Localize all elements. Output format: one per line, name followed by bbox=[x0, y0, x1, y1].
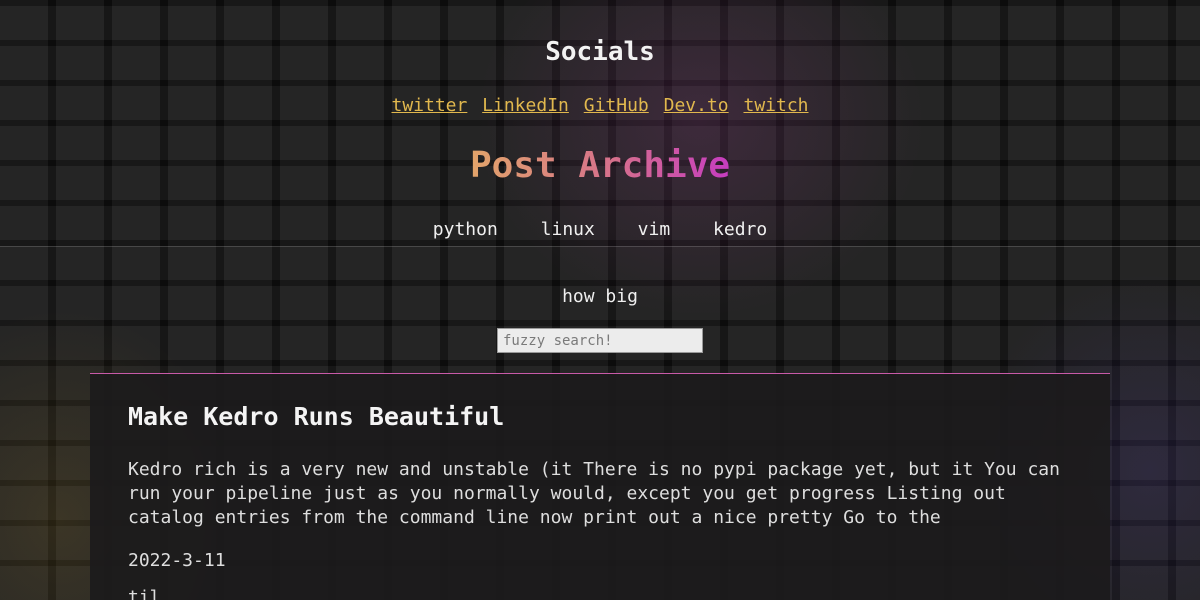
post-date: 2022-3-11 bbox=[128, 550, 226, 571]
archive-title-text: Post Archive bbox=[469, 145, 731, 186]
tag-linux[interactable]: linux bbox=[541, 219, 595, 240]
twitter-link[interactable]: twitter bbox=[391, 95, 467, 116]
tag-python[interactable]: python bbox=[433, 219, 498, 240]
post-card[interactable]: Make Kedro Runs Beautiful Kedro rich is … bbox=[90, 373, 1110, 600]
tag-kedro[interactable]: kedro bbox=[713, 219, 767, 240]
post-next-partial: til bbox=[128, 587, 161, 600]
tag-nav: python linux vim kedro bbox=[0, 217, 1200, 243]
social-links: twitter LinkedIn GitHub Dev.to twitch bbox=[0, 93, 1200, 119]
post-title[interactable]: Make Kedro Runs Beautiful bbox=[128, 400, 504, 434]
size-toggle[interactable]: how big bbox=[0, 284, 1200, 310]
tag-vim[interactable]: vim bbox=[638, 219, 671, 240]
archive-title: Post Archive bbox=[0, 142, 1200, 190]
nav-divider bbox=[0, 246, 1200, 247]
twitch-link[interactable]: twitch bbox=[743, 95, 808, 116]
devto-link[interactable]: Dev.to bbox=[664, 95, 729, 116]
linkedin-link[interactable]: LinkedIn bbox=[482, 95, 569, 116]
github-link[interactable]: GitHub bbox=[584, 95, 649, 116]
socials-title: Socials bbox=[545, 37, 655, 67]
post-excerpt: Kedro rich is a very new and unstable (i… bbox=[128, 459, 1060, 528]
search-input[interactable] bbox=[497, 328, 703, 353]
